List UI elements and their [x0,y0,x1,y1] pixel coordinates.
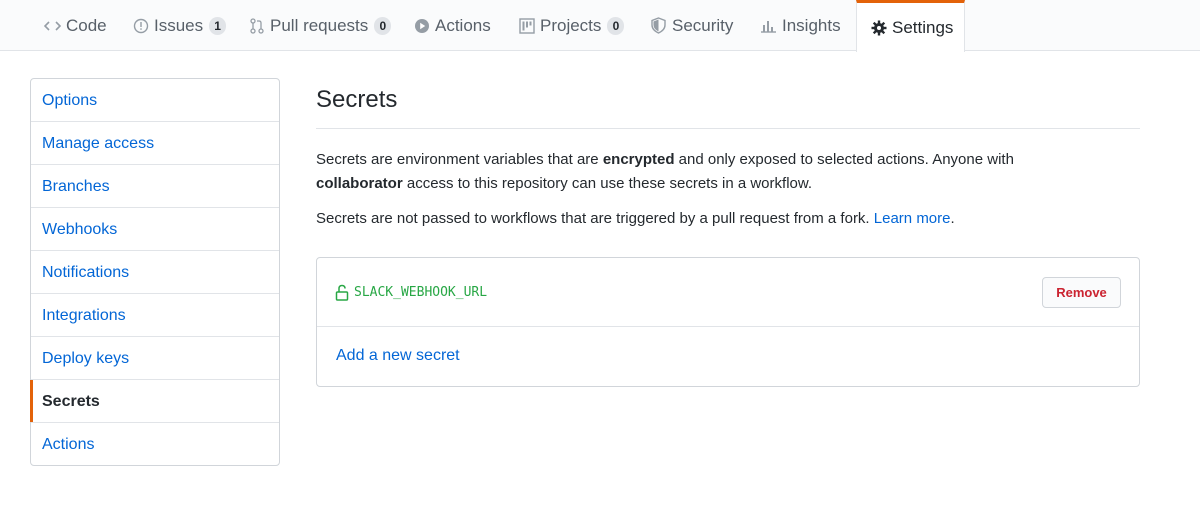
project-icon [518,17,535,34]
description-text: Secrets are environment variables that a… [316,151,603,168]
tab-label: Projects [540,15,602,35]
tab-pull-requests[interactable]: Pull requests 0 [248,0,392,51]
code-icon [44,17,61,34]
fork-notice-text: Secrets are not passed to workflows that… [316,210,874,227]
tab-label: Issues [154,15,204,35]
tab-issues[interactable]: Issues 1 [132,0,227,51]
tab-insights[interactable]: Insights [760,0,841,51]
sidebar-item-deploy-keys[interactable]: Deploy keys [31,337,279,380]
pull-requests-counter: 0 [374,16,392,35]
tab-label: Code [66,15,107,35]
tab-settings[interactable]: Settings [856,0,965,52]
graph-icon [760,17,777,34]
description-text: access to this repository can use these … [402,175,813,192]
tab-security[interactable]: Security [650,0,733,51]
page-title: Secrets [316,86,398,113]
secret-item: SLACK_WEBHOOK_URL [335,284,487,301]
gear-icon [870,19,887,36]
play-icon [413,17,430,34]
description-text: and only exposed to selected actions. An… [674,151,1014,168]
sidebar-item-actions[interactable]: Actions [31,423,279,465]
fork-notice-end: . [950,210,955,227]
tab-label: Actions [435,15,491,35]
tab-label: Security [672,15,734,35]
repo-nav-tabs: Code Issues 1 Pull requests 0 Actions Pr… [0,0,1200,52]
secret-name: SLACK_WEBHOOK_URL [354,285,488,300]
add-new-secret-link[interactable]: Add a new secret [336,347,460,365]
projects-counter: 0 [607,16,625,35]
tab-projects[interactable]: Projects 0 [518,0,625,51]
description-bold-encrypted: encrypted [602,151,675,168]
remove-secret-button[interactable]: Remove [1042,277,1121,308]
tab-actions[interactable]: Actions [413,0,491,51]
tab-code[interactable]: Code [44,0,107,51]
sidebar-item-branches[interactable]: Branches [31,165,279,208]
secrets-list: SLACK_WEBHOOK_URL Remove Add a new secre… [316,257,1140,387]
sidebar-item-integrations[interactable]: Integrations [31,294,279,337]
sidebar-item-options[interactable]: Options [31,79,279,122]
secret-row: SLACK_WEBHOOK_URL Remove [317,258,1139,327]
description-bold-collaborator: collaborator [316,175,403,192]
secrets-description: Secrets are environment variables that a… [316,148,1140,196]
tab-label: Insights [782,15,841,35]
sidebar-item-secrets[interactable]: Secrets [30,380,279,423]
issue-opened-icon [132,17,149,34]
issues-counter: 1 [209,16,227,35]
unlock-icon [335,284,350,301]
tab-label: Settings [892,17,954,37]
sidebar-item-manage-access[interactable]: Manage access [31,122,279,165]
sidebar-item-webhooks[interactable]: Webhooks [31,208,279,251]
settings-sidebar: Options Manage access Branches Webhooks … [30,78,280,466]
learn-more-link[interactable]: Learn more [874,210,951,227]
tab-label: Pull requests [270,15,369,35]
fork-notice: Secrets are not passed to workflows that… [316,207,1140,231]
title-divider [316,128,1140,129]
shield-icon [650,17,667,34]
git-pull-request-icon [248,17,265,34]
sidebar-item-notifications[interactable]: Notifications [31,251,279,294]
